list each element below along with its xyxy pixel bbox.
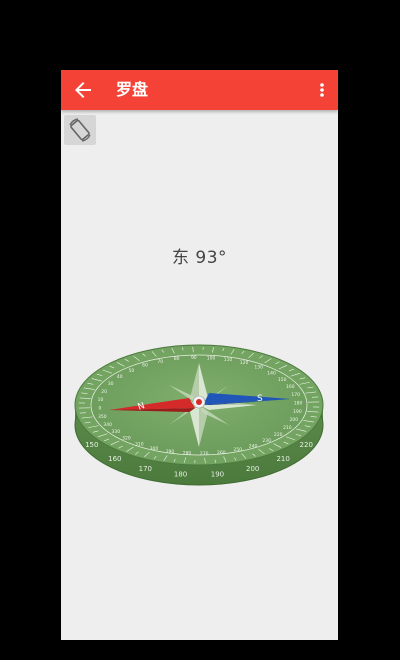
dial-side-label: 150 bbox=[85, 441, 98, 449]
dial-degree-label: 80 bbox=[174, 356, 180, 362]
more-options-button[interactable] bbox=[314, 78, 330, 102]
dial-degree-label: 270 bbox=[200, 451, 209, 457]
dial-degree-label: 300 bbox=[150, 446, 159, 452]
dial-side-label: 200 bbox=[246, 465, 259, 473]
dial-degree-label: 100 bbox=[207, 355, 216, 361]
dial-degree-label: 330 bbox=[112, 429, 121, 435]
dial-side-label: 220 bbox=[300, 441, 313, 449]
dial-degree-label: 230 bbox=[262, 438, 271, 444]
dial-degree-label: 250 bbox=[233, 447, 242, 453]
dial-degree-label: 320 bbox=[122, 436, 131, 442]
dial-degree-label: 110 bbox=[224, 357, 233, 363]
dial-degree-label: 90 bbox=[191, 355, 197, 361]
dial-degree-label: 50 bbox=[128, 368, 134, 374]
needle-south-label: S bbox=[257, 394, 263, 404]
dial-side-label: 180 bbox=[174, 470, 187, 478]
dial-degree-label: 120 bbox=[240, 360, 249, 366]
dial-degree-label: 220 bbox=[274, 432, 283, 438]
dial-side-label: 170 bbox=[139, 465, 152, 473]
app-screen: 罗盘 东 93° 0 10 20 30 40 50 60 70 80 90 10… bbox=[61, 70, 338, 640]
dial-degree-label: 140 bbox=[267, 370, 276, 376]
rotate-screen-button[interactable] bbox=[64, 115, 96, 145]
dial-degree-label: 260 bbox=[217, 450, 226, 456]
dial-degree-label: 40 bbox=[117, 374, 123, 380]
dial-degree-label: 130 bbox=[254, 365, 263, 371]
dial-degree-label: 150 bbox=[278, 377, 287, 383]
dial-degree-label: 30 bbox=[108, 381, 114, 387]
dial-degree-label: 210 bbox=[283, 425, 292, 431]
page-title: 罗盘 bbox=[116, 80, 149, 99]
screen-rotation-icon[interactable] bbox=[64, 115, 96, 145]
dial-side-label: 190 bbox=[211, 470, 224, 478]
app-bar: 罗盘 bbox=[61, 70, 338, 110]
dial-degree-label: 280 bbox=[183, 451, 192, 457]
dial-degree-label: 190 bbox=[293, 409, 302, 415]
dial-degree-label: 240 bbox=[249, 443, 258, 449]
back-button[interactable] bbox=[71, 78, 95, 102]
heading-readout: 东 93° bbox=[171, 248, 228, 268]
dial-degree-label: 20 bbox=[101, 389, 107, 395]
dial-degree-label: 200 bbox=[290, 417, 299, 423]
dial-degree-label: 160 bbox=[286, 384, 295, 390]
dial-degree-label: 340 bbox=[103, 422, 112, 428]
dial-side-label: 210 bbox=[276, 455, 289, 463]
dial-degree-label: 170 bbox=[291, 392, 300, 398]
more-vert-icon[interactable] bbox=[314, 78, 330, 102]
dial-side-label: 160 bbox=[108, 455, 121, 463]
dial-degree-label: 180 bbox=[294, 400, 303, 406]
dial-degree-label: 310 bbox=[135, 441, 144, 447]
dial-degree-label: 60 bbox=[142, 363, 148, 369]
dial-degree-label: 350 bbox=[98, 414, 107, 420]
dial-degree-label: 70 bbox=[157, 359, 163, 365]
arrow-back-icon[interactable] bbox=[71, 78, 95, 102]
dial-degree-label: 0 bbox=[98, 406, 101, 412]
dial-degree-label: 10 bbox=[98, 397, 104, 403]
dial-degree-label: 290 bbox=[166, 449, 175, 455]
compass-dial: 01020304050607080 90 100 110120130140150160… bbox=[74, 344, 324, 486]
